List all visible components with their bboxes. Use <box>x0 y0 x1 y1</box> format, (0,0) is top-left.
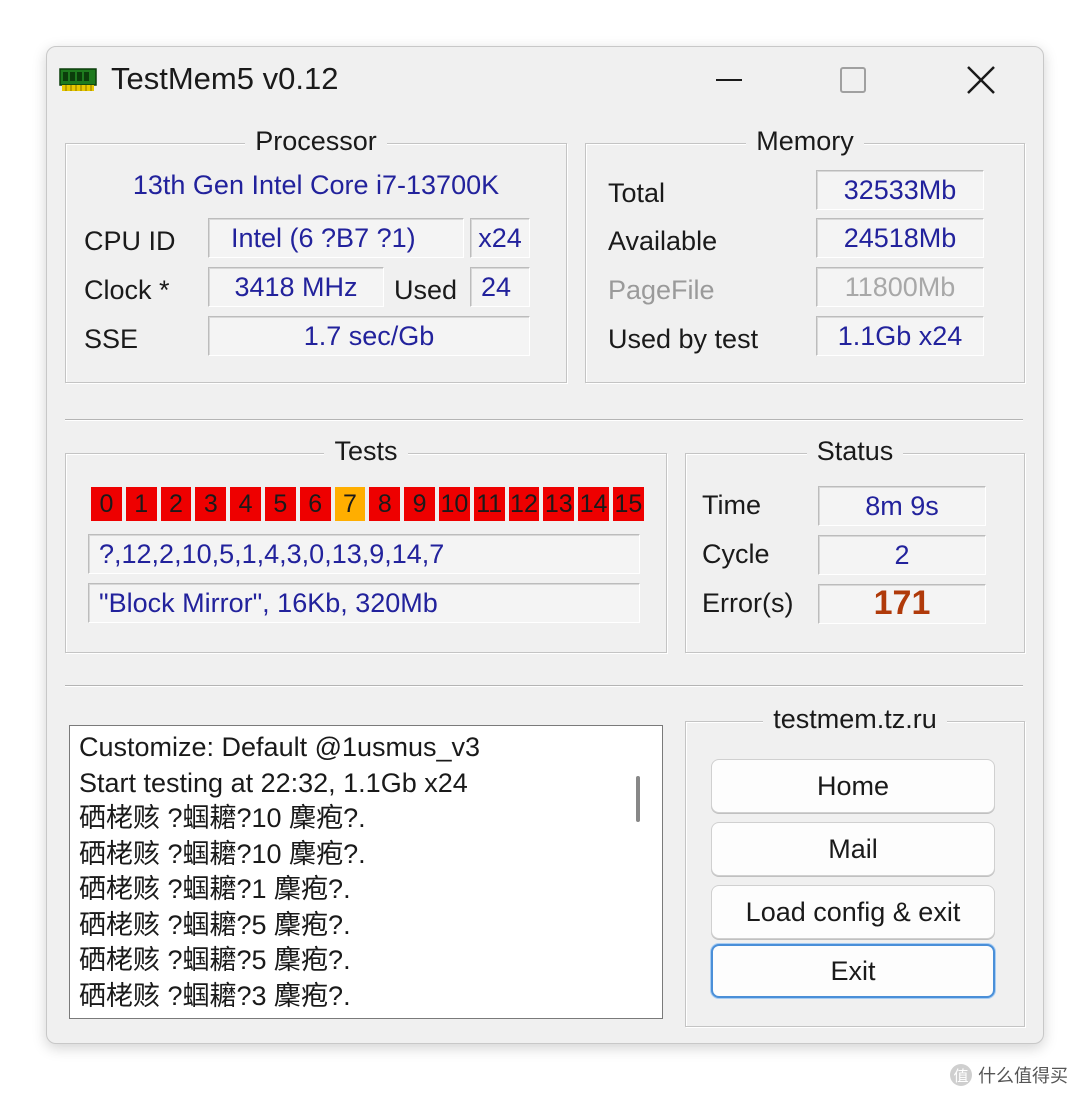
used-by-test-label: Used by test <box>608 324 759 354</box>
maximize-button[interactable] <box>821 55 885 105</box>
memory-chip-icon <box>59 68 97 91</box>
errors-label: Error(s) <box>702 588 794 618</box>
home-button[interactable]: Home <box>711 759 995 813</box>
test-cell: 10 <box>436 485 472 523</box>
exit-button[interactable]: Exit <box>711 944 995 998</box>
clock-value: 3418 MHz <box>208 267 384 307</box>
links-group-title: testmem.tz.ru <box>763 704 947 734</box>
test-cell: 2 <box>158 485 194 523</box>
used-threads-value: 24 <box>470 267 530 307</box>
current-test-info: "Block Mirror", 16Kb, 320Mb <box>88 583 640 623</box>
log-line: 硒栳赅 ?蝈耱?5 麇疱?. <box>79 909 351 940</box>
available-label: Available <box>608 226 718 256</box>
close-icon <box>967 66 995 94</box>
log-line: 硒栳赅 ?蝈耱?3 麇疱?. <box>79 980 351 1011</box>
load-config-exit-button[interactable]: Load config & exit <box>711 885 995 939</box>
test-cell: 14 <box>576 485 611 523</box>
test-cell: 3 <box>193 485 229 523</box>
test-cell: 11 <box>471 485 507 523</box>
smzdm-logo-icon: 值 <box>950 1064 972 1086</box>
status-group: Status Time 8m 9s Cycle 2 Error(s) 171 <box>685 436 1025 653</box>
processor-group: Processor 13th Gen Intel Core i7-13700K … <box>65 126 567 383</box>
separator-bottom <box>65 685 1023 687</box>
available-value: 24518Mb <box>816 218 984 258</box>
time-label: Time <box>702 490 761 520</box>
total-value: 32533Mb <box>816 170 984 210</box>
processor-group-title: Processor <box>245 126 387 156</box>
memory-group-title: Memory <box>746 126 864 156</box>
test-cell: 4 <box>228 485 263 523</box>
test-sequence: ?,12,2,10,5,1,4,3,0,13,9,14,7 <box>88 534 640 574</box>
errors-value: 171 <box>818 584 986 624</box>
test-cell: 13 <box>541 485 577 523</box>
test-cell: 6 <box>297 485 333 523</box>
log-line: 硒栳赅 ?蝈耱?1 麇疱?. <box>79 874 351 904</box>
sse-label: SSE <box>84 324 139 354</box>
separator-top <box>65 419 1023 421</box>
maximize-icon <box>840 67 866 93</box>
threads-value: x24 <box>470 218 530 258</box>
test-cell-current: 7 <box>332 485 368 523</box>
pagefile-label: PageFile <box>608 275 715 305</box>
minimize-icon <box>716 79 742 81</box>
log-line: Start testing at 22:32, 1.1Gb x24 <box>79 767 468 798</box>
test-cell: 12 <box>506 485 542 523</box>
test-cell: 5 <box>262 485 298 523</box>
cycle-label: Cycle <box>702 539 770 569</box>
used-by-test-value: 1.1Gb x24 <box>816 316 984 356</box>
window-title: TestMem5 v0.12 <box>111 61 339 96</box>
tests-group-title: Tests <box>324 436 408 466</box>
watermark-text: 什么值得买 <box>978 1066 1068 1086</box>
tests-group: Tests ?,12,2,10,5,1,4,3,0,13,9,14,7 "Blo… <box>65 436 667 653</box>
status-group-title: Status <box>806 436 904 466</box>
minimize-button[interactable] <box>697 55 761 105</box>
test-cell: 0 <box>89 485 124 523</box>
log-line: Customize: Default @1usmus_v3 <box>79 732 481 762</box>
testmem5-window: TestMem5 v0.12 Processor 13th Gen Intel … <box>46 46 1044 1044</box>
cpu-name: 13th Gen Intel Core i7-13700K <box>132 170 500 200</box>
log-line: 硒栳赅 ?蝈耱?10 麇疱?. <box>79 838 366 869</box>
clock-label: Clock * <box>84 275 170 305</box>
total-label: Total <box>608 178 666 208</box>
cpu-id-label: CPU ID <box>84 226 176 256</box>
log-scrollbar[interactable] <box>636 776 640 822</box>
sse-value: 1.7 sec/Gb <box>208 316 530 356</box>
pagefile-value: 11800Mb <box>816 267 984 307</box>
cycle-value: 2 <box>818 535 986 575</box>
test-cell: 1 <box>123 485 159 523</box>
mail-button[interactable]: Mail <box>711 822 995 876</box>
memory-group: Memory Total 32533Mb Available 24518Mb P… <box>585 126 1025 383</box>
log-textbox[interactable]: Customize: Default @1usmus_v3 Start test… <box>69 725 663 1019</box>
test-cell: 8 <box>367 485 403 523</box>
log-line: 硒栳赅 ?蝈耱?5 麇疱?. <box>79 945 351 975</box>
time-value: 8m 9s <box>818 486 986 526</box>
log-line: 硒栳赅 ?蝈耱?10 麇疱?. <box>79 803 366 833</box>
close-button[interactable] <box>949 55 1013 105</box>
test-cell: 15 <box>610 485 646 523</box>
log-lines: Customize: Default @1usmus_v3 Start test… <box>79 730 480 1014</box>
watermark: 值 什么值得买 <box>950 1062 1068 1088</box>
used-label: Used <box>394 275 458 305</box>
title-bar[interactable]: TestMem5 v0.12 <box>47 47 1043 117</box>
test-progress-cells: 0 1 2 3 4 5 6 7 8 9 10 11 12 13 14 15 <box>89 485 646 523</box>
cpu-id-value: Intel (6 ?B7 ?1) <box>208 218 464 258</box>
test-cell: 9 <box>402 485 437 523</box>
